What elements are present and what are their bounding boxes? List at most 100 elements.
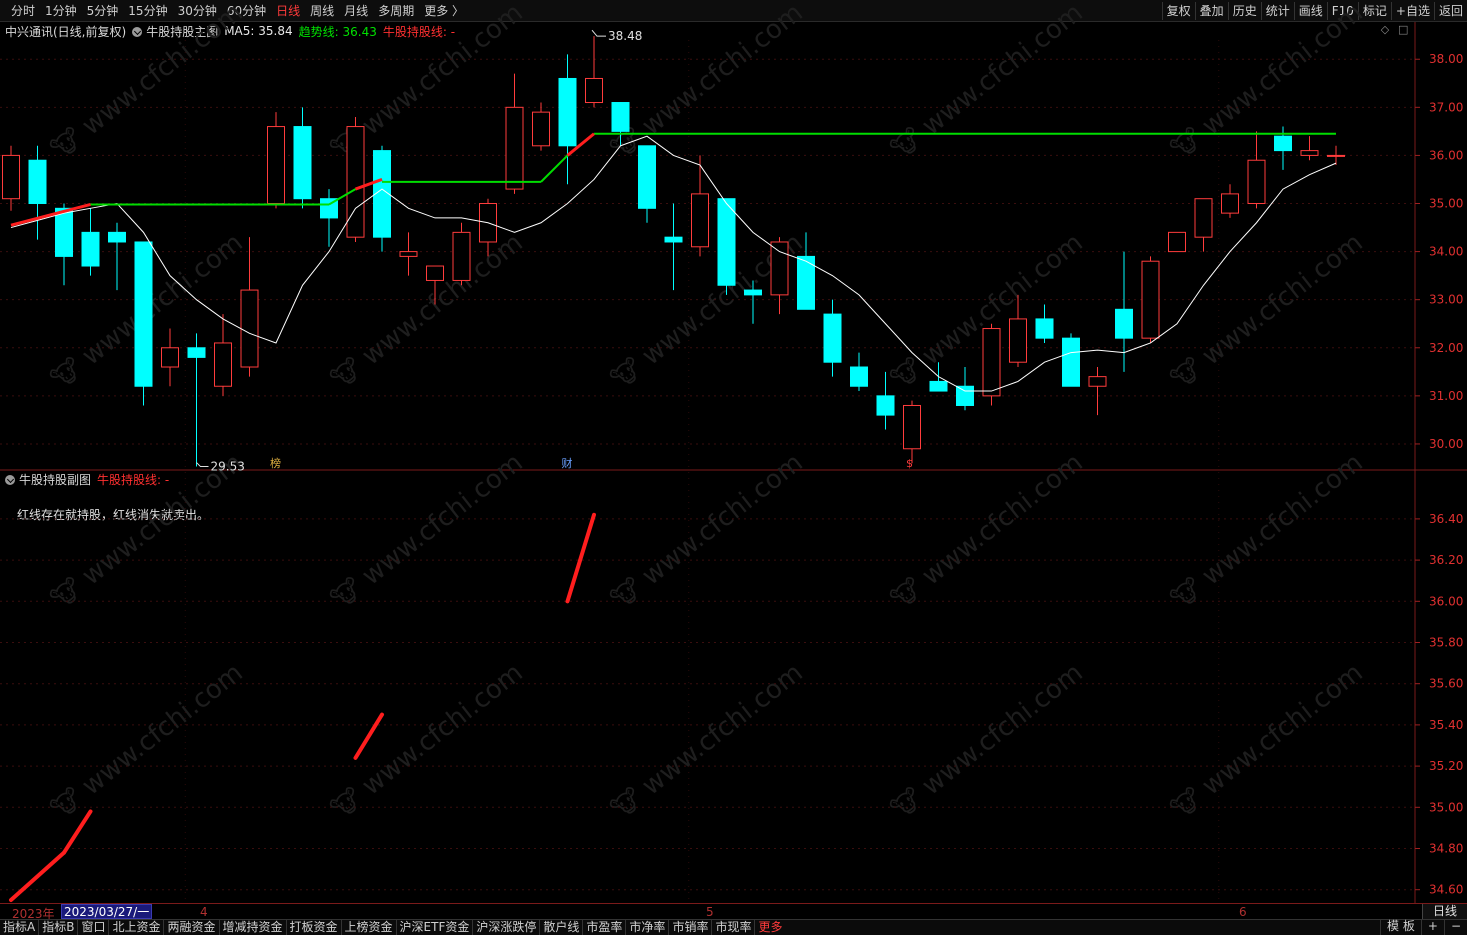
high-price-label: 38.48 xyxy=(608,29,642,43)
indicator-tab-12[interactable]: 市净率 xyxy=(626,919,670,935)
template-button-0[interactable]: 模 板 xyxy=(1380,919,1421,935)
candle-body-7 xyxy=(187,347,206,358)
indicator-tab-14[interactable]: 市现率 xyxy=(712,919,756,935)
watermark-16: 🐮 www.cfchi.com xyxy=(326,658,529,826)
sub-tick-label-6: 35.80 xyxy=(1429,636,1463,650)
event-marker-1: 财 xyxy=(562,456,573,470)
indicator-tabs: 指标A 指标B 窗口 北上资金 两融资金 增减持资金 打板资金 上榜资金 沪深ETF资金 沪深涨跌… xyxy=(0,919,1467,935)
main-tick-label-5: 35.00 xyxy=(1429,197,1463,211)
trend-segment-4 xyxy=(540,154,569,183)
candle-body-13 xyxy=(346,126,365,238)
indicator-tab-11[interactable]: 市盈率 xyxy=(583,919,627,935)
watermark-9: 🐮 www.cfchi.com xyxy=(1166,0,1369,166)
candle-body-28 xyxy=(744,289,762,296)
sub-tick-label-1: 34.80 xyxy=(1429,842,1463,856)
bull-segment-sub-0 xyxy=(9,850,66,902)
candle-body-11 xyxy=(293,126,312,200)
indicator-tab-10[interactable]: 散户线 xyxy=(540,919,584,935)
candle-body-42 xyxy=(1115,308,1133,339)
date-axis: 2023年 2023/03/27/一 4 5 6 日线 xyxy=(0,903,1467,921)
bull-segment-sub-2 xyxy=(353,712,384,760)
indicator-tab-15[interactable]: 更多 xyxy=(755,920,785,935)
watermark-15: 🐮 www.cfchi.com xyxy=(46,658,249,826)
watermark-12: 🐮 www.cfchi.com xyxy=(606,448,809,616)
candle-body-33 xyxy=(876,395,895,416)
candle-body-39 xyxy=(1035,318,1054,339)
template-controls: 模 板 + − xyxy=(1380,919,1467,935)
candle-body-25 xyxy=(664,236,683,243)
main-tick-label-2: 32.00 xyxy=(1429,341,1463,355)
sub-tick-label-7: 36.00 xyxy=(1429,594,1463,608)
candle-body-44 xyxy=(1168,231,1186,253)
low-price-label: 29.53 xyxy=(211,460,245,474)
candle-body-9 xyxy=(240,289,259,368)
candle-body-37 xyxy=(982,328,1001,397)
watermark-13: 🐮 www.cfchi.com xyxy=(886,448,1089,616)
indicator-tab-3[interactable]: 北上资金 xyxy=(109,919,165,935)
candle-body-47 xyxy=(1247,159,1266,205)
high-pointer xyxy=(591,29,606,37)
indicator-tab-5[interactable]: 增减持资金 xyxy=(220,919,287,935)
sub-tick-label-2: 35.00 xyxy=(1429,800,1463,814)
indicator-tab-0[interactable]: 指标A xyxy=(0,919,40,935)
cursor-date: 2023/03/27/一 xyxy=(61,904,153,919)
candle-body-48 xyxy=(1274,135,1292,152)
indicator-tab-6[interactable]: 打板资金 xyxy=(287,919,342,935)
sub-tick-label-9: 36.40 xyxy=(1429,512,1463,526)
template-button-1[interactable]: + xyxy=(1420,919,1444,935)
watermark-5: 🐮 www.cfchi.com xyxy=(46,0,249,166)
indicator-tab-7[interactable]: 上榜资金 xyxy=(342,919,397,935)
candle-body-6 xyxy=(161,347,179,368)
watermark-19: 🐮 www.cfchi.com xyxy=(1166,658,1369,826)
candle-body-49 xyxy=(1300,150,1319,156)
indicator-tab-1[interactable]: 指标B xyxy=(39,919,79,935)
period-indicator[interactable]: 日线 xyxy=(1422,904,1467,919)
indicator-tab-4[interactable]: 两融资金 xyxy=(164,919,220,935)
candle-body-43 xyxy=(1141,260,1160,339)
indicator-tab-9[interactable]: 沪深涨跌停 xyxy=(473,919,541,935)
candle-body-26 xyxy=(691,193,709,248)
main-tick-label-0: 30.00 xyxy=(1429,437,1463,451)
candle-body-22 xyxy=(585,77,603,104)
candle-body-4 xyxy=(108,231,126,243)
main-tick-label-8: 38.00 xyxy=(1429,52,1463,66)
month-label-jun: 6 xyxy=(1239,905,1247,919)
watermark-8: 🐮 www.cfchi.com xyxy=(886,0,1089,166)
kline-chart[interactable]: 🐮 www.cfchi.com 🐮 www.cfchi.com 🐮 www.cfch… xyxy=(0,0,1467,903)
watermark-7: 🐮 www.cfchi.com xyxy=(606,0,809,166)
event-marker-2: $ xyxy=(906,457,913,470)
watermark-18: 🐮 www.cfchi.com xyxy=(886,658,1089,826)
candle-body-36 xyxy=(956,385,974,406)
main-tick-label-4: 34.00 xyxy=(1429,245,1463,259)
candle-body-24 xyxy=(638,145,656,209)
candle-body-8 xyxy=(214,342,232,387)
candle-body-45 xyxy=(1194,198,1213,238)
candle-body-23 xyxy=(611,102,630,132)
candle-body-41 xyxy=(1088,376,1107,387)
candle-body-16 xyxy=(426,265,444,281)
watermark-4: 🐮 www.cfchi.com xyxy=(1166,228,1369,396)
main-tick-label-3: 33.00 xyxy=(1429,293,1463,307)
candle-body-10 xyxy=(267,126,285,205)
watermark-1: 🐮 www.cfchi.com xyxy=(326,228,529,396)
indicator-tab-8[interactable]: 沪深ETF资金 xyxy=(397,919,474,935)
candle-body-29 xyxy=(770,241,789,296)
month-label-apr: 4 xyxy=(200,905,208,919)
candle-body-40 xyxy=(1062,337,1080,387)
main-tick-label-6: 36.00 xyxy=(1429,148,1463,162)
candle-body-20 xyxy=(532,111,550,147)
watermark-11: 🐮 www.cfchi.com xyxy=(326,448,529,616)
indicator-tab-2[interactable]: 窗口 xyxy=(78,919,110,935)
candle-body-19 xyxy=(505,106,524,190)
candle-body-5 xyxy=(134,241,153,387)
candle-body-35 xyxy=(929,380,948,392)
candle-body-0 xyxy=(2,154,20,200)
candle-body-50 xyxy=(1327,154,1345,157)
candle-body-46 xyxy=(1221,193,1239,214)
watermark-14: 🐮 www.cfchi.com xyxy=(1166,448,1369,616)
sub-tick-label-0: 34.60 xyxy=(1429,883,1463,897)
candle-body-1 xyxy=(28,159,47,205)
template-button-2[interactable]: − xyxy=(1443,919,1467,935)
candle-body-17 xyxy=(452,231,471,281)
indicator-tab-13[interactable]: 市销率 xyxy=(669,919,713,935)
